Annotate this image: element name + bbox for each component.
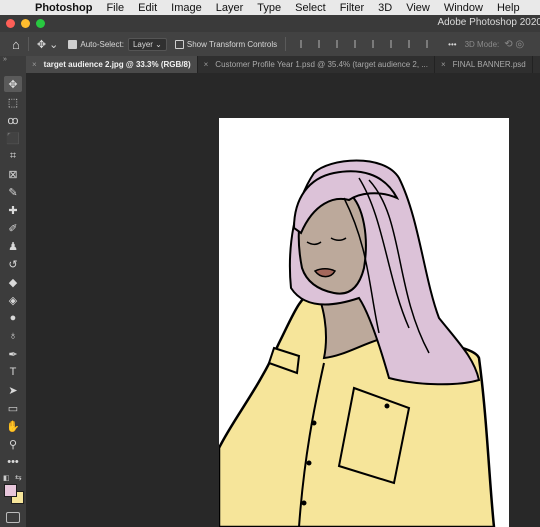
menu-bar: Photoshop File Edit Image Layer Type Sel…	[0, 0, 540, 15]
close-tab-icon[interactable]: ×	[32, 60, 37, 69]
close-tab-icon[interactable]: ×	[441, 60, 446, 69]
swap-colors-icon[interactable]: ⇆	[15, 473, 22, 482]
eraser-tool-icon[interactable]: ◆	[4, 274, 22, 290]
lasso-tool-icon[interactable]: ꝏ	[4, 112, 22, 128]
menu-app-name[interactable]: Photoshop	[35, 2, 92, 14]
window-title: Adobe Photoshop 2020	[437, 17, 540, 28]
menu-select[interactable]: Select	[295, 2, 326, 14]
tab-label: Customer Profile Year 1.psd @ 35.4% (tar…	[215, 60, 428, 69]
align-left-icon[interactable]	[300, 40, 312, 48]
auto-select-dropdown[interactable]: Layer ⌄	[127, 37, 167, 51]
menu-view[interactable]: View	[406, 2, 430, 14]
marquee-tool-icon[interactable]: ⬚	[4, 94, 22, 110]
menu-image[interactable]: Image	[171, 2, 202, 14]
menu-edit[interactable]: Edit	[138, 2, 157, 14]
menu-type[interactable]: Type	[257, 2, 281, 14]
menu-filter[interactable]: Filter	[340, 2, 364, 14]
menu-help[interactable]: Help	[497, 2, 520, 14]
default-colors-icon[interactable]: ◧	[3, 474, 10, 482]
type-tool-icon[interactable]: T	[4, 364, 22, 380]
minimize-window-button[interactable]	[21, 19, 30, 28]
tools-panel: » ✥ ⬚ ꝏ ⬛ ⌗ ⊠ ✎ ✚ ✐ ♟ ↺ ◆ ◈ ● ♁ ✒ T ➤ ▭ ✋ ⚲ ••• ◧ ⇆	[0, 56, 27, 527]
move-tool-preset-icon[interactable]: ✥ ⌄	[37, 38, 59, 51]
document-tab-bar: × target audience 2.jpg @ 33.3% (RGB/8) …	[26, 56, 540, 73]
menu-3d[interactable]: 3D	[378, 2, 392, 14]
quick-mask-icon[interactable]	[6, 512, 20, 523]
frame-tool-icon[interactable]: ⊠	[4, 166, 22, 182]
show-transform-label: Show Transform Controls	[186, 39, 278, 49]
tab-final-banner[interactable]: × FINAL BANNER.psd	[435, 56, 533, 73]
options-bar: ⌂ ✥ ⌄ Auto-Select: Layer ⌄ Show Transfor…	[0, 32, 540, 57]
button	[384, 403, 390, 409]
illustration-woman	[219, 159, 496, 527]
align-center-icon[interactable]	[318, 40, 330, 48]
align-bottom-icon[interactable]	[408, 40, 420, 48]
close-window-button[interactable]	[6, 19, 15, 28]
move-tool-icon[interactable]: ✥	[4, 76, 22, 92]
hand-tool-icon[interactable]: ✋	[4, 418, 22, 434]
3d-mode-label: 3D Mode:	[464, 39, 500, 49]
align-top-icon[interactable]	[372, 40, 384, 48]
more-options-button[interactable]: •••	[448, 40, 456, 49]
window-title-bar: Adobe Photoshop 2020	[0, 15, 540, 32]
collapse-panel-icon[interactable]: »	[3, 56, 7, 63]
stamp-tool-icon[interactable]: ♟	[4, 238, 22, 254]
paint-bucket-tool-icon[interactable]: ◈	[4, 292, 22, 308]
document-canvas[interactable]	[219, 118, 509, 527]
close-tab-icon[interactable]: ×	[204, 60, 209, 69]
checkbox-unchecked-icon	[174, 39, 184, 49]
align-right-icon[interactable]	[336, 40, 348, 48]
tab-label: target audience 2.jpg @ 33.3% (RGB/8)	[43, 60, 191, 69]
distribute-icon[interactable]	[354, 40, 366, 48]
home-icon[interactable]: ⌂	[12, 37, 20, 52]
tab-label: FINAL BANNER.psd	[452, 60, 526, 69]
eyedropper-tool-icon[interactable]: ✎	[4, 184, 22, 200]
object-select-tool-icon[interactable]: ⬛	[4, 130, 22, 146]
path-select-tool-icon[interactable]: ➤	[4, 382, 22, 398]
divider	[27, 37, 29, 51]
distribute-vertical-icon[interactable]	[426, 40, 438, 48]
menu-layer[interactable]: Layer	[216, 2, 244, 14]
crop-tool-icon[interactable]: ⌗	[4, 148, 22, 164]
button	[301, 500, 307, 506]
foreground-color-swatch[interactable]	[4, 484, 17, 497]
menu-file[interactable]: File	[106, 2, 124, 14]
zoom-window-button[interactable]	[36, 19, 45, 28]
menu-window[interactable]: Window	[444, 2, 483, 14]
divider	[285, 37, 287, 51]
rectangle-tool-icon[interactable]: ▭	[4, 400, 22, 416]
history-brush-tool-icon[interactable]: ↺	[4, 256, 22, 272]
show-transform-checkbox[interactable]	[174, 39, 187, 49]
blur-tool-icon[interactable]: ●	[4, 310, 22, 326]
button	[306, 460, 312, 466]
auto-select-checkbox[interactable]	[68, 39, 80, 49]
checkbox-checked-icon	[68, 39, 78, 49]
zoom-tool-icon[interactable]: ⚲	[4, 436, 22, 452]
brush-tool-icon[interactable]: ✐	[4, 220, 22, 236]
tab-target-audience[interactable]: × target audience 2.jpg @ 33.3% (RGB/8)	[26, 56, 198, 73]
button	[311, 420, 317, 426]
3d-orbit-icon[interactable]: ⟲ ◎	[504, 39, 524, 50]
align-middle-icon[interactable]	[390, 40, 402, 48]
edit-toolbar-tool-icon[interactable]: •••	[4, 454, 22, 470]
healing-tool-icon[interactable]: ✚	[4, 202, 22, 218]
tab-customer-profile[interactable]: × Customer Profile Year 1.psd @ 35.4% (t…	[198, 56, 435, 73]
pen-tool-icon[interactable]: ✒	[4, 346, 22, 362]
dodge-tool-icon[interactable]: ♁	[4, 328, 22, 344]
auto-select-label: Auto-Select:	[80, 39, 124, 49]
auto-select-value: Layer	[132, 39, 153, 49]
